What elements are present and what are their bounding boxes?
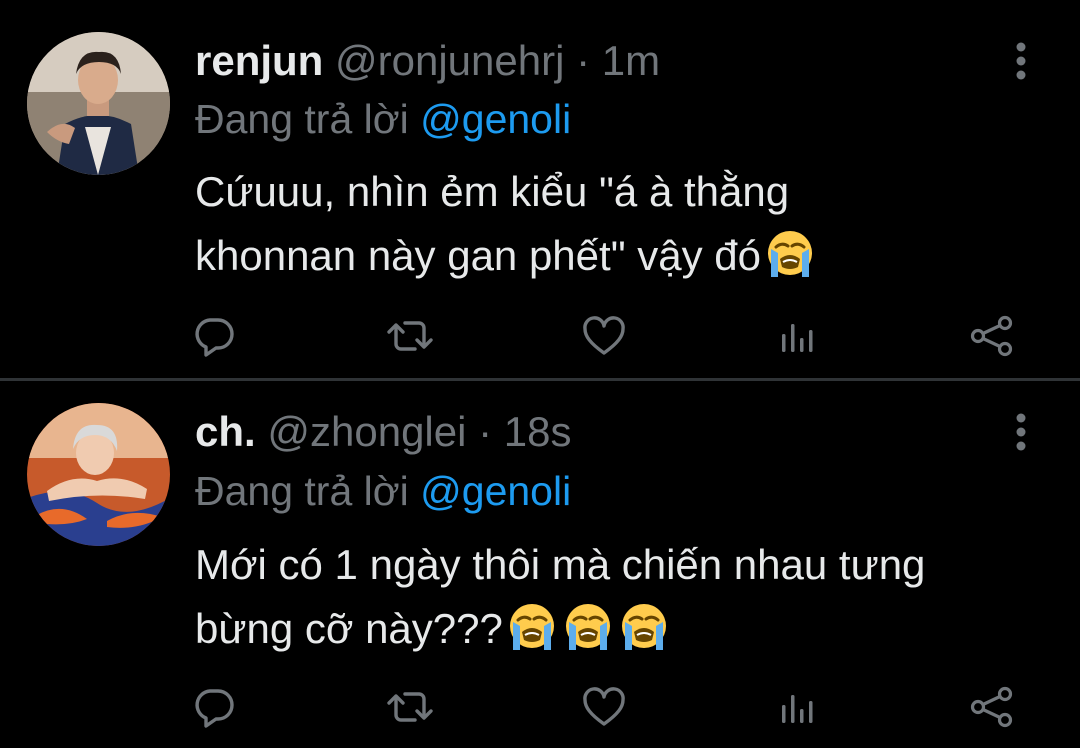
analytics-icon[interactable] xyxy=(774,314,822,358)
timestamp[interactable]: 18s xyxy=(504,408,572,455)
like-icon[interactable] xyxy=(580,314,628,358)
tweet-text-segment: khonnan này gan phết" vậy đó xyxy=(195,232,762,279)
separator-dot: · xyxy=(576,37,591,84)
tweet-text: Mới có 1 ngày thôi mà chiến nhau tưng bừ… xyxy=(195,533,1055,661)
avatar[interactable] xyxy=(27,403,170,546)
replying-to-label: Đang trả lời xyxy=(195,468,409,514)
tweet-text: Cứuuu, nhìn ẻm kiểu "á à thằng khonnan n… xyxy=(195,160,1055,288)
tweet-text-line: khonnan này gan phết" vậy đó xyxy=(195,224,1055,288)
separator-dot: · xyxy=(478,408,493,455)
more-options-icon[interactable] xyxy=(1006,410,1036,454)
more-options-icon[interactable] xyxy=(1006,39,1036,83)
tweet-text-line: Mới có 1 ngày thôi mà chiến nhau tưng xyxy=(195,541,926,588)
display-name[interactable]: ch. xyxy=(195,408,256,455)
replying-to: Đang trả lời @genoli xyxy=(195,463,571,519)
loudly-crying-face-icon xyxy=(563,602,613,652)
timestamp[interactable]: 1m xyxy=(602,37,660,84)
share-icon[interactable] xyxy=(967,685,1015,729)
loudly-crying-face-icon xyxy=(765,229,815,279)
like-icon[interactable] xyxy=(580,685,628,729)
user-handle[interactable]: @ronjunehrj xyxy=(335,37,564,84)
replying-to-label: Đang trả lời xyxy=(195,96,409,142)
tweet-text-line: Cứuuu, nhìn ẻm kiểu "á à thằng xyxy=(195,168,790,215)
tweet-text-segment: bừng cỡ này??? xyxy=(195,605,503,652)
tweet[interactable]: renjun @ronjunehrj · 1m Đang trả lời @ge… xyxy=(0,0,1080,378)
replying-to: Đang trả lời @genoli xyxy=(195,91,571,147)
tweet-actions xyxy=(0,306,1080,366)
tweet[interactable]: ch. @zhonglei · 18s Đang trả lời @genoli… xyxy=(0,381,1080,748)
avatar[interactable] xyxy=(27,32,170,175)
reply-icon[interactable] xyxy=(190,314,238,358)
reply-icon[interactable] xyxy=(190,685,238,729)
share-icon[interactable] xyxy=(967,314,1015,358)
tweet-text-line: bừng cỡ này??? xyxy=(195,597,1055,661)
retweet-icon[interactable] xyxy=(386,685,434,729)
loudly-crying-face-icon xyxy=(507,602,557,652)
tweet-header: renjun @ronjunehrj · 1m xyxy=(195,33,660,89)
loudly-crying-face-icon xyxy=(619,602,669,652)
retweet-icon[interactable] xyxy=(386,314,434,358)
reply-to-mention[interactable]: @genoli xyxy=(420,96,571,142)
tweet-actions xyxy=(0,677,1080,737)
user-handle[interactable]: @zhonglei xyxy=(267,408,466,455)
analytics-icon[interactable] xyxy=(774,685,822,729)
reply-to-mention[interactable]: @genoli xyxy=(420,468,571,514)
tweet-header: ch. @zhonglei · 18s xyxy=(195,404,572,460)
display-name[interactable]: renjun xyxy=(195,37,323,84)
